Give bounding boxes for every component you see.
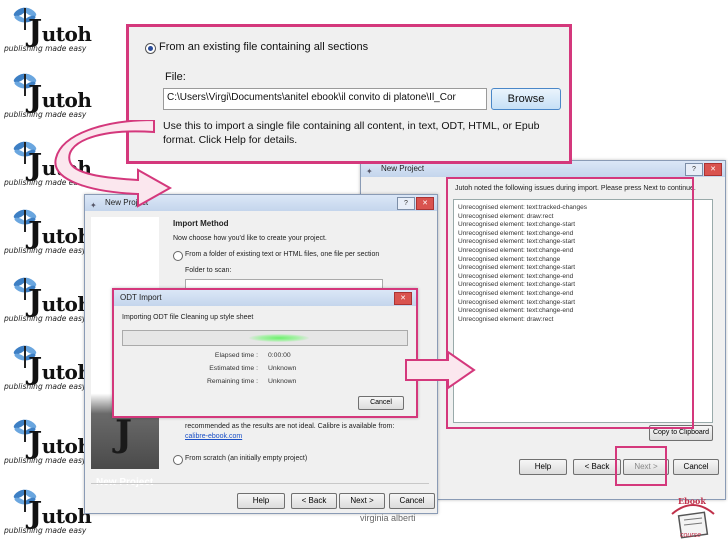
jutoh-tagline: publishing made easy [4, 246, 87, 255]
jutoh-logo: Jutohpublishing made easy [4, 274, 92, 338]
odt-progress-bar [122, 330, 408, 346]
odt-title: ODT Import [120, 293, 162, 302]
odt-info-value: Unknown [268, 378, 297, 385]
right-window-close-button[interactable]: ✕ [704, 163, 722, 176]
jutoh-logo: Jutohpublishing made easy [4, 486, 92, 550]
issues-highlight-frame [446, 177, 694, 429]
jutoh-logo: Jutohpublishing made easy [4, 4, 92, 68]
left-window-close-button[interactable]: ✕ [416, 197, 434, 210]
import-method-heading: Import Method [173, 219, 229, 228]
browse-button[interactable]: Browse [491, 88, 561, 110]
option-folder-label: From a folder of existing text or HTML f… [185, 251, 380, 258]
existing-file-label: From an existing file containing all sec… [159, 41, 369, 53]
jutoh-wordmark-rest: utoh [41, 88, 92, 112]
jutoh-wordmark-rest: utoh [41, 22, 92, 46]
odt-progress-glow [249, 334, 309, 342]
right-arrow-icon [405, 350, 476, 390]
left-window-help-button[interactable]: ? [397, 197, 415, 210]
radio-scratch[interactable] [173, 455, 183, 465]
badge-bottom-text: course [680, 532, 702, 539]
odt-info-label: Elapsed time : [214, 352, 258, 359]
jutoh-logo: Jutohpublishing made easy [4, 206, 92, 270]
jutoh-tagline: publishing made easy [4, 314, 87, 323]
calibre-text: recommended as the results are not ideal… [185, 423, 395, 430]
right-back-button[interactable]: < Back [573, 459, 621, 475]
jutoh-logo: Jutohpublishing made easy [4, 342, 92, 406]
file-path-input[interactable]: C:\Users\Virgi\Documents\anitel ebook\il… [163, 88, 487, 110]
side-panel-logo: J [115, 413, 133, 455]
file-label: File: [165, 71, 186, 83]
left-help-button[interactable]: Help [237, 493, 285, 509]
jutoh-tagline: publishing made easy [4, 382, 87, 391]
left-bottom-divider [91, 483, 429, 484]
right-help-button[interactable]: Help [519, 459, 567, 475]
odt-info-label: Estimated time : [209, 365, 258, 372]
folder-label: Folder to scan: [185, 267, 232, 274]
radio-folder[interactable] [173, 251, 183, 261]
option-scratch-label: From scratch (an initially empty project… [185, 455, 308, 462]
import-method-subheading: Now choose how you'd like to create your… [173, 235, 327, 242]
odt-info-value: Unknown [268, 365, 297, 372]
import-help-text: Use this to import a single file contain… [163, 120, 540, 146]
jutoh-logo: Jutohpublishing made easy [4, 416, 92, 480]
left-next-button[interactable]: Next > [339, 493, 385, 509]
left-back-button[interactable]: < Back [291, 493, 337, 509]
odt-close-button[interactable]: ✕ [394, 292, 412, 305]
radio-existing-file[interactable] [145, 43, 156, 54]
odt-info-label: Remaining time : [207, 378, 258, 385]
odt-titlebar: ODT Import ✕ [114, 290, 416, 306]
ebook-course-badge: Ebook course [664, 494, 722, 542]
badge-top-text: Ebook [678, 496, 706, 506]
zoom-callout: From an existing file containing all sec… [126, 24, 572, 164]
jutoh-tagline: publishing made easy [4, 526, 87, 535]
next-button-highlight-frame [615, 446, 667, 486]
calibre-link[interactable]: calibre-ebook.com [185, 433, 242, 440]
odt-import-dialog: ODT Import ✕ Importing ODT file Cleaning… [112, 288, 418, 418]
right-cancel-button[interactable]: Cancel [673, 459, 719, 475]
jutoh-tagline: publishing made easy [4, 44, 87, 53]
jutoh-small-icon: ✦ [366, 167, 373, 176]
odt-cancel-button[interactable]: Cancel [358, 396, 404, 410]
right-window-help-button[interactable]: ? [685, 163, 703, 176]
jutoh-tagline: publishing made easy [4, 110, 87, 119]
odt-status: Importing ODT file Cleaning up style she… [122, 314, 254, 321]
file-path-value: C:\Users\Virgi\Documents\anitel ebook\il… [167, 92, 456, 103]
curved-arrow-icon [54, 120, 173, 208]
footer-author: virginia alberti [360, 513, 416, 523]
right-window-title: New Project [381, 164, 425, 173]
left-cancel-button[interactable]: Cancel [389, 493, 435, 509]
odt-info-value: 0:00:00 [268, 352, 291, 359]
jutoh-tagline: publishing made easy [4, 456, 87, 465]
